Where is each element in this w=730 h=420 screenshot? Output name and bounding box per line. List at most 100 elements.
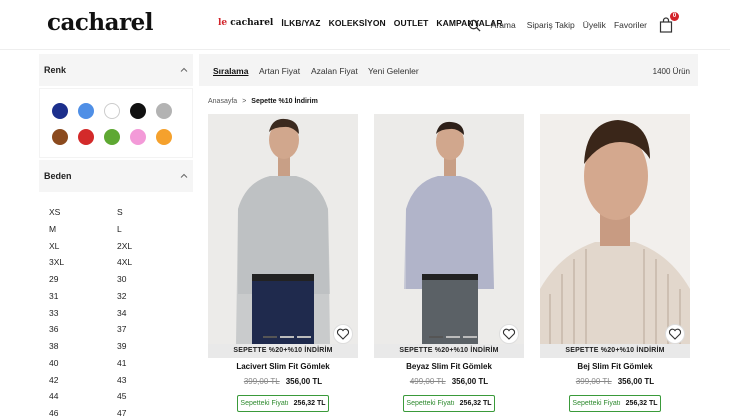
size-option[interactable]: 40: [49, 355, 117, 372]
favorites-link[interactable]: Favoriler: [614, 20, 647, 30]
size-option[interactable]: 3XL: [49, 254, 117, 271]
color-swatch[interactable]: [130, 103, 146, 119]
size-filter-header[interactable]: Beden: [39, 160, 193, 192]
main-nav: le cacharel İLKB/YAZ KOLEKSİYON OUTLET K…: [218, 18, 503, 28]
size-option[interactable]: 42: [49, 372, 117, 389]
sort-label[interactable]: Sıralama: [213, 66, 248, 76]
size-option[interactable]: 33: [49, 305, 117, 322]
chevron-up-icon: [180, 173, 188, 178]
product-name[interactable]: Bej Slim Fit Gömlek: [540, 362, 690, 371]
chevron-up-icon: [180, 67, 188, 72]
size-option[interactable]: 43: [117, 372, 185, 389]
product-count: 1400 Ürün: [652, 67, 690, 76]
color-filter-header[interactable]: Renk: [39, 54, 193, 86]
color-swatch[interactable]: [78, 129, 94, 145]
product-image[interactable]: [374, 114, 524, 344]
color-swatch[interactable]: [52, 103, 68, 119]
color-swatch[interactable]: [156, 129, 172, 145]
size-option[interactable]: 47: [117, 405, 185, 420]
size-option[interactable]: 29: [49, 271, 117, 288]
promo-badge: SEPETTE %20+%10 İNDİRİM: [540, 344, 690, 358]
search-icon[interactable]: [468, 19, 481, 32]
old-price: 499,00 TL: [409, 377, 446, 386]
sort-price-asc[interactable]: Artan Fiyat: [259, 66, 300, 76]
size-option[interactable]: 31: [49, 288, 117, 305]
color-swatch[interactable]: [104, 129, 120, 145]
basket-price: 256,32 TL: [625, 400, 658, 407]
current-price: 356,00 TL: [617, 377, 655, 386]
header-utilities: Arama Sipariş Takip Üyelik Favoriler 0: [468, 12, 679, 33]
search-link[interactable]: Arama: [491, 20, 516, 30]
heart-icon: [668, 328, 682, 340]
product-image[interactable]: [540, 114, 690, 344]
size-option[interactable]: 41: [117, 355, 185, 372]
color-swatch[interactable]: [156, 103, 172, 119]
nav-brand-link[interactable]: le cacharel: [218, 18, 273, 28]
old-price: 399,00 TL: [243, 377, 280, 386]
image-carousel-dots[interactable]: [263, 336, 311, 338]
size-option[interactable]: 44: [49, 388, 117, 405]
color-swatch[interactable]: [78, 103, 94, 119]
basket-price: 256,32 TL: [293, 400, 326, 407]
size-option[interactable]: 2XL: [117, 238, 185, 255]
current-price: 356,00 TL: [285, 377, 323, 386]
breadcrumb-home[interactable]: Anasayfa: [208, 98, 237, 105]
size-option[interactable]: XS: [49, 204, 117, 221]
sort-newest[interactable]: Yeni Gelenler: [368, 66, 419, 76]
size-option[interactable]: 36: [49, 321, 117, 338]
sort-price-desc[interactable]: Azalan Fiyat: [311, 66, 358, 76]
cart-button[interactable]: 0: [659, 12, 679, 33]
size-option[interactable]: 34: [117, 305, 185, 322]
color-swatch[interactable]: [104, 103, 120, 119]
size-option[interactable]: 30: [117, 271, 185, 288]
nav-item-koleksiyon[interactable]: KOLEKSİYON: [329, 18, 386, 28]
heart-icon: [502, 328, 516, 340]
size-filter-title: Beden: [44, 171, 72, 181]
membership-link[interactable]: Üyelik: [583, 20, 606, 30]
basket-price: 256,32 TL: [459, 400, 492, 407]
size-option-list: XS S M L XL 2XL 3XL 4XL 29 30 31 32 33 34 36 37 38 39 40 41…: [39, 192, 193, 420]
product-prices: 499,00 TL 356,00 TL: [374, 377, 524, 386]
product-prices: 399,00 TL 356,00 TL: [208, 377, 358, 386]
size-option[interactable]: 32: [117, 288, 185, 305]
size-option[interactable]: 37: [117, 321, 185, 338]
nav-item-ilkbahar[interactable]: İLKB/YAZ: [281, 18, 320, 28]
basket-price-badge: Sepetteki Fiyatı 256,32 TL: [403, 395, 495, 412]
basket-price-badge: Sepetteki Fiyatı 256,32 TL: [237, 395, 329, 412]
size-option[interactable]: S: [117, 204, 185, 221]
size-option[interactable]: 38: [49, 338, 117, 355]
color-swatch[interactable]: [52, 129, 68, 145]
filter-sidebar: Renk Beden XS S M L XL 2XL 3XL 4XL 29 30 31 32 33 34 3…: [39, 54, 193, 420]
old-price: 399,00 TL: [575, 377, 612, 386]
current-price: 356,00 TL: [451, 377, 489, 386]
breadcrumb: Anasayfa > Sepette %10 İndirim: [208, 98, 318, 105]
size-option[interactable]: 39: [117, 338, 185, 355]
favorite-button[interactable]: [333, 324, 353, 344]
nav-item-outlet[interactable]: OUTLET: [394, 18, 429, 28]
product-card[interactable]: SEPETTE %20+%10 İNDİRİM Lacivert Slim Fi…: [208, 114, 358, 420]
product-card[interactable]: SEPETTE %20+%10 İNDİRİM Beyaz Slim Fit G…: [374, 114, 524, 420]
site-logo[interactable]: cacharel: [47, 9, 154, 36]
cart-count-badge: 0: [670, 12, 679, 21]
image-carousel-dots[interactable]: [429, 336, 477, 338]
size-option[interactable]: M: [49, 221, 117, 238]
promo-badge: SEPETTE %20+%10 İNDİRİM: [208, 344, 358, 358]
product-name[interactable]: Lacivert Slim Fit Gömlek: [208, 362, 358, 371]
size-option[interactable]: 4XL: [117, 254, 185, 271]
order-track-link[interactable]: Sipariş Takip: [527, 20, 575, 30]
breadcrumb-separator: >: [242, 98, 247, 105]
favorite-button[interactable]: [665, 324, 685, 344]
promo-badge: SEPETTE %20+%10 İNDİRİM: [374, 344, 524, 358]
size-option[interactable]: L: [117, 221, 185, 238]
size-option[interactable]: XL: [49, 238, 117, 255]
model-photo: [540, 114, 690, 344]
size-option[interactable]: 46: [49, 405, 117, 420]
breadcrumb-current: Sepette %10 İndirim: [251, 98, 318, 105]
product-image[interactable]: [208, 114, 358, 344]
color-filter-title: Renk: [44, 65, 67, 75]
product-card[interactable]: SEPETTE %20+%10 İNDİRİM Bej Slim Fit Göm…: [540, 114, 690, 420]
size-option[interactable]: 45: [117, 388, 185, 405]
favorite-button[interactable]: [499, 324, 519, 344]
color-swatch[interactable]: [130, 129, 146, 145]
product-name[interactable]: Beyaz Slim Fit Gömlek: [374, 362, 524, 371]
